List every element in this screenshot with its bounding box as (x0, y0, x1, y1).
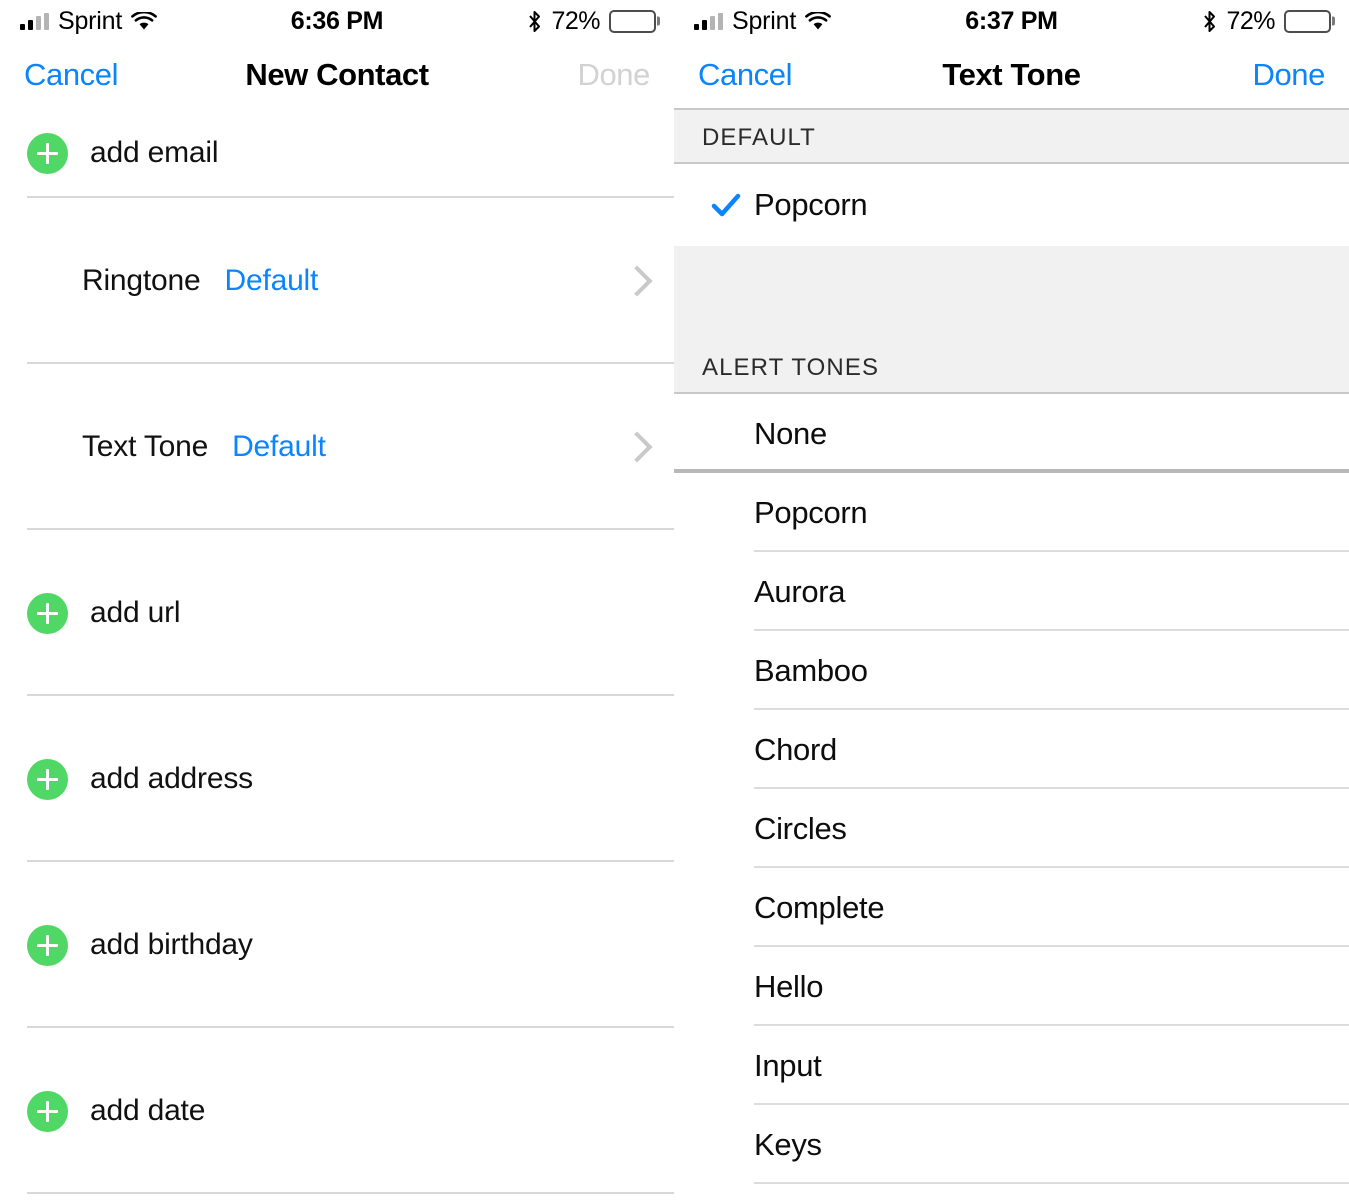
checkmark-icon (710, 189, 742, 221)
cancel-button[interactable]: Cancel (698, 57, 792, 93)
add-birthday-label: add birthday (90, 928, 253, 962)
carrier-label: Sprint (58, 7, 122, 36)
tone-label: Bamboo (754, 653, 868, 689)
new-contact-form: add email Ringtone Default Text Tone Def… (0, 108, 674, 1194)
tone-item-complete[interactable]: Complete (674, 868, 1349, 947)
tone-label: Input (754, 1048, 821, 1084)
left-phone-panel: Sprint 6:36 PM 72% Cancel New Contact Do… (0, 0, 674, 1200)
ringtone-value: Default (225, 264, 319, 298)
chevron-right-icon (626, 267, 642, 295)
tone-item-bamboo[interactable]: Bamboo (674, 631, 1349, 710)
right-nav-bar: Cancel Text Tone Done (674, 42, 1349, 108)
form-row-text-tone[interactable]: Text Tone Default (0, 364, 674, 530)
form-row-add-birthday[interactable]: add birthday (0, 862, 674, 1028)
bluetooth-icon (527, 10, 542, 33)
plus-circle-icon (27, 759, 68, 800)
signal-bars-icon (694, 13, 723, 30)
tone-label: None (754, 416, 827, 452)
tone-item-circles[interactable]: Circles (674, 789, 1349, 868)
right-phone-panel: Sprint 6:37 PM 72% Cancel Text Tone Done… (674, 0, 1349, 1200)
form-row-add-address[interactable]: add address (0, 696, 674, 862)
wifi-icon (131, 12, 157, 31)
text-tone-label: Text Tone (82, 430, 208, 464)
battery-icon (1284, 10, 1331, 33)
text-tone-value: Default (232, 430, 326, 464)
add-address-label: add address (90, 762, 253, 796)
left-status-bar: Sprint 6:36 PM 72% (0, 0, 674, 42)
tone-label: Chord (754, 732, 837, 768)
tone-label: Popcorn (754, 187, 867, 223)
chevron-right-icon (626, 433, 642, 461)
plus-circle-icon (27, 925, 68, 966)
status-left-group: Sprint (20, 7, 157, 36)
plus-circle-icon (27, 133, 68, 174)
tone-item-note[interactable]: Note (674, 1184, 1349, 1200)
left-nav-bar: Cancel New Contact Done (0, 42, 674, 108)
battery-percent-label: 72% (1226, 7, 1275, 36)
status-right-group: 72% (1202, 7, 1331, 36)
tone-label: Aurora (754, 574, 845, 610)
status-left-group: Sprint (694, 7, 831, 36)
add-date-label: add date (90, 1094, 205, 1128)
form-row-add-url[interactable]: add url (0, 530, 674, 696)
section-header-default: DEFAULT (674, 108, 1349, 164)
right-status-bar: Sprint 6:37 PM 72% (674, 0, 1349, 42)
carrier-label: Sprint (732, 7, 796, 36)
cancel-button[interactable]: Cancel (24, 57, 118, 93)
text-tone-list: DEFAULT Popcorn ALERT TONES None Popcorn… (674, 108, 1349, 1200)
bluetooth-icon (1202, 10, 1217, 33)
wifi-icon (805, 12, 831, 31)
section-header-alert-tones: ALERT TONES (674, 294, 1349, 394)
done-button[interactable]: Done (1252, 57, 1325, 93)
tone-item-aurora[interactable]: Aurora (674, 552, 1349, 631)
tone-item-chord[interactable]: Chord (674, 710, 1349, 789)
tone-label: Popcorn (754, 495, 867, 531)
signal-bars-icon (20, 13, 49, 30)
plus-circle-icon (27, 593, 68, 634)
tone-item-none[interactable]: None (674, 394, 1349, 473)
dual-phone-screenshot: Sprint 6:36 PM 72% Cancel New Contact Do… (0, 0, 1349, 1200)
add-url-label: add url (90, 596, 180, 630)
form-row-add-date[interactable]: add date (0, 1028, 674, 1194)
tone-item-keys[interactable]: Keys (674, 1105, 1349, 1184)
done-button[interactable]: Done (577, 57, 650, 93)
tone-item-popcorn[interactable]: Popcorn (674, 473, 1349, 552)
tone-label: Complete (754, 890, 884, 926)
section-gap (674, 246, 1349, 294)
tone-item-default-popcorn[interactable]: Popcorn (674, 164, 1349, 246)
add-email-label: add email (90, 136, 218, 170)
battery-percent-label: 72% (551, 7, 600, 36)
plus-circle-icon (27, 1091, 68, 1132)
tone-item-input[interactable]: Input (674, 1026, 1349, 1105)
tone-label: Circles (754, 811, 847, 847)
tone-label: Keys (754, 1127, 822, 1163)
form-row-add-email[interactable]: add email (0, 108, 674, 198)
tone-label: Hello (754, 969, 823, 1005)
battery-icon (609, 10, 656, 33)
form-row-ringtone[interactable]: Ringtone Default (0, 198, 674, 364)
status-right-group: 72% (527, 7, 656, 36)
row-separator (27, 1192, 674, 1194)
tone-item-hello[interactable]: Hello (674, 947, 1349, 1026)
ringtone-label: Ringtone (82, 264, 201, 298)
